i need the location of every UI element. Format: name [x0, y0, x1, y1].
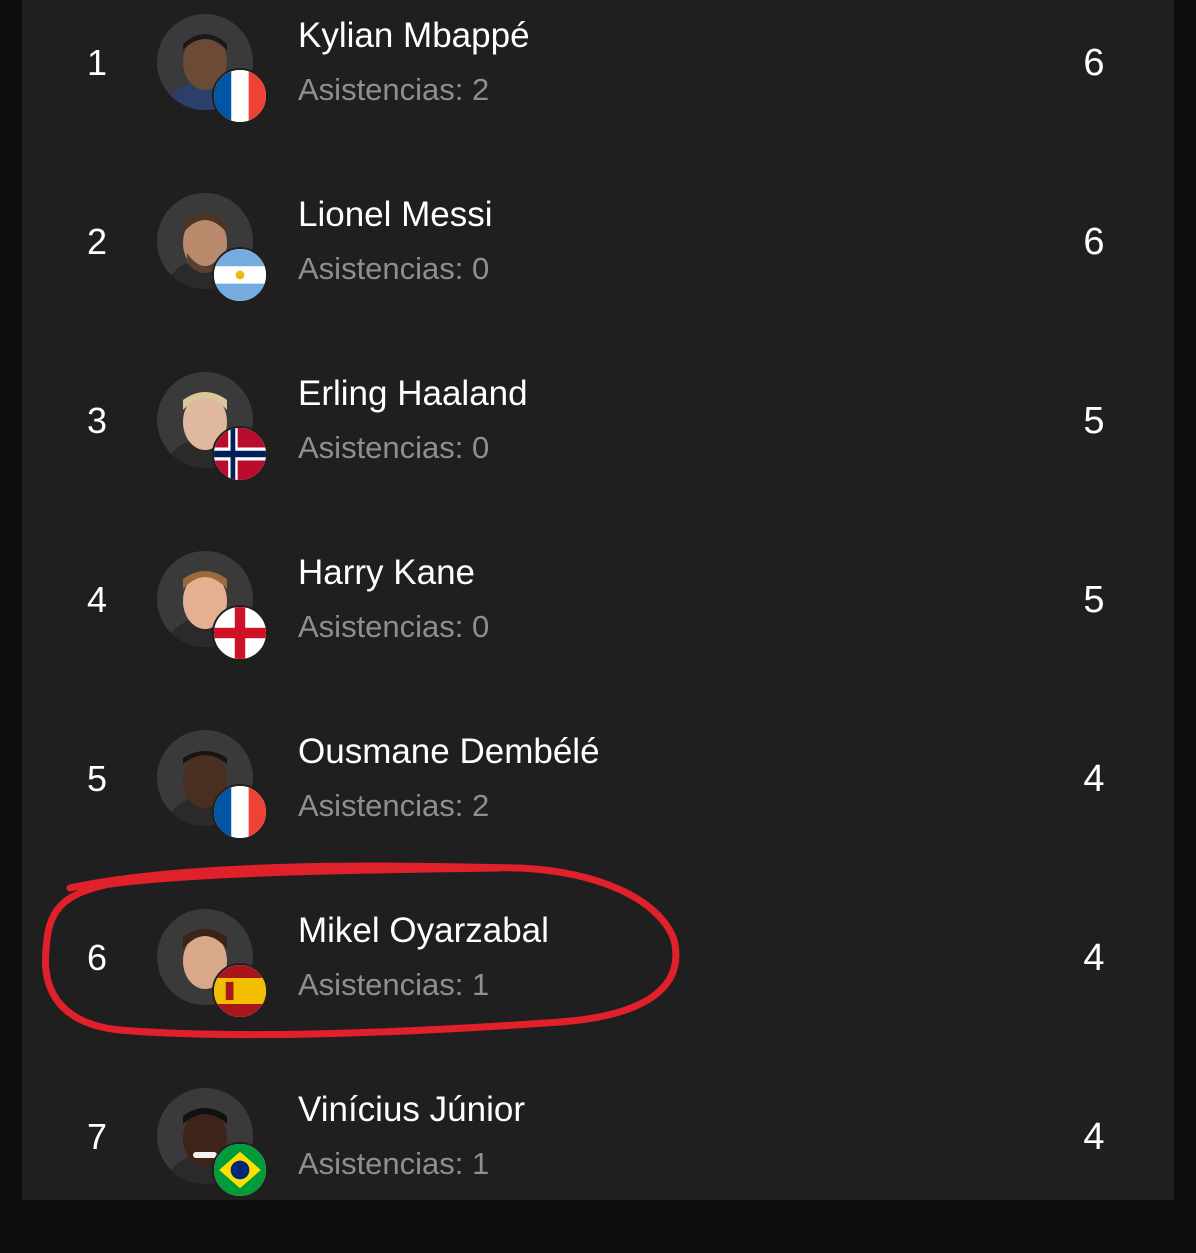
rank-number: 4	[86, 579, 108, 620]
france-flag-icon	[212, 784, 268, 840]
assists-count: Asistencias: 0	[298, 251, 490, 286]
list-item[interactable]: 5 Ousmane Dembélé Asistencias: 2 4	[0, 716, 1196, 895]
player-name: Erling Haaland	[298, 374, 528, 413]
rank-number: 6	[86, 937, 108, 978]
goals-count: 6	[1083, 221, 1105, 263]
goals-count: 4	[1083, 1116, 1105, 1158]
goals-count: 5	[1083, 579, 1105, 621]
player-name: Vinícius Júnior	[298, 1090, 525, 1129]
list-item-highlighted[interactable]: 6 Mikel Oyarzabal Asistencias: 1 4	[0, 895, 1196, 1074]
player-name: Lionel Messi	[298, 195, 493, 234]
rank-number: 1	[86, 42, 108, 83]
rank-number: 2	[86, 221, 108, 262]
goals-count: 5	[1083, 400, 1105, 442]
assists-count: Asistencias: 0	[298, 430, 490, 465]
list-item[interactable]: 3 Erling Haaland Asistencias: 0 5	[0, 358, 1196, 537]
assists-count: Asistencias: 1	[298, 967, 490, 1002]
rank-number: 5	[86, 758, 108, 799]
goals-count: 4	[1083, 758, 1105, 800]
assists-count: Asistencias: 1	[298, 1146, 490, 1181]
player-name: Kylian Mbappé	[298, 16, 530, 55]
spain-flag-icon	[212, 963, 268, 1019]
rank-number: 7	[86, 1116, 108, 1157]
assists-count: Asistencias: 2	[298, 72, 490, 107]
player-name: Ousmane Dembélé	[298, 732, 600, 771]
goals-count: 6	[1083, 42, 1105, 84]
rank-number: 3	[86, 400, 108, 441]
norway-flag-icon	[212, 426, 268, 482]
argentina-flag-icon	[212, 247, 268, 303]
player-name: Harry Kane	[298, 553, 476, 592]
list-item[interactable]: 7 Vinícius Júnior Asistencias: 1 4	[0, 1074, 1196, 1253]
list-item[interactable]: 2 Lionel Messi Asistencias: 0 6	[0, 179, 1196, 358]
goals-count: 4	[1083, 937, 1105, 979]
france-flag-icon	[212, 68, 268, 124]
list-item[interactable]: 4 Harry Kane Asistencias: 0 5	[0, 537, 1196, 716]
brazil-flag-icon	[212, 1142, 268, 1198]
assists-count: Asistencias: 2	[298, 788, 490, 823]
list-item[interactable]: 1 Kylian Mbappé Asistencias: 2 6	[0, 0, 1196, 179]
player-name: Mikel Oyarzabal	[298, 911, 549, 950]
assists-count: Asistencias: 0	[298, 609, 490, 644]
england-flag-icon	[212, 605, 268, 661]
